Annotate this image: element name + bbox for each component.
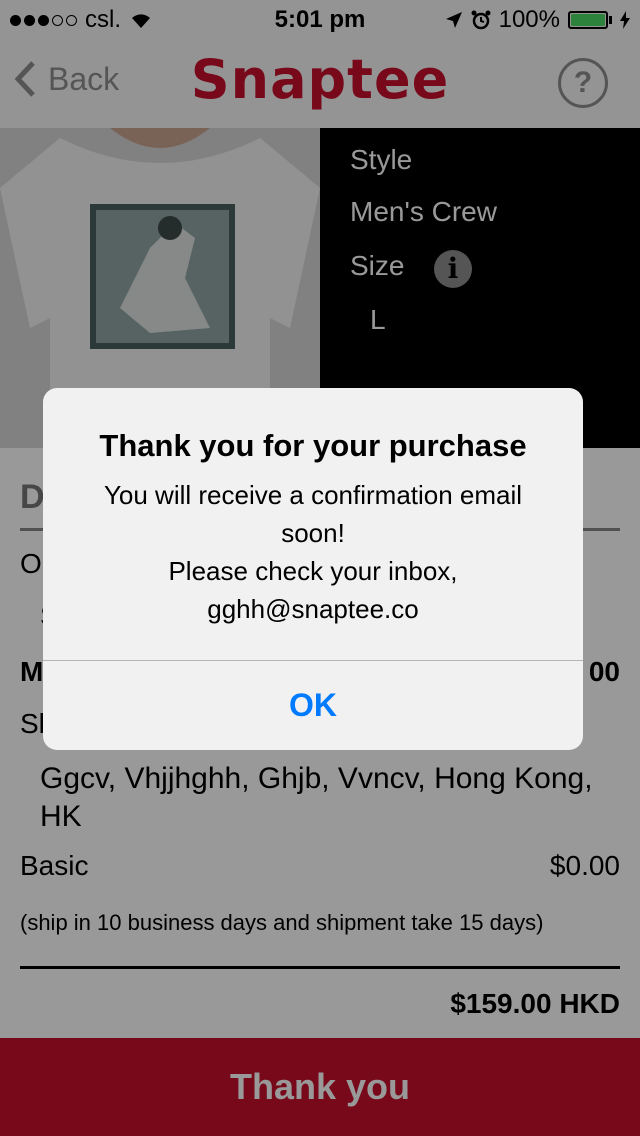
screen: csl. 5:01 pm 100% Back Snaptee ? Style M… xyxy=(0,0,640,1136)
alert-ok-button[interactable]: OK xyxy=(43,661,583,750)
alert-title: Thank you for your purchase xyxy=(99,428,527,463)
alert-message: You will receive a confirmation email so… xyxy=(73,476,553,628)
purchase-alert: Thank you for your purchase You will rec… xyxy=(43,388,583,750)
alert-message-text: You will receive a confirmation email so… xyxy=(103,480,523,624)
